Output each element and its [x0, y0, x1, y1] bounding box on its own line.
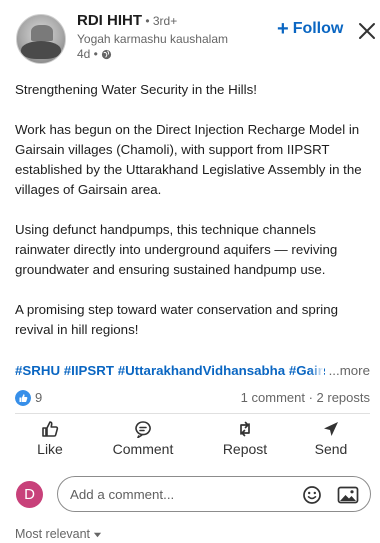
see-more-link[interactable]: ...more [324, 363, 370, 378]
repost-icon [240, 421, 250, 437]
comment-icon [135, 421, 151, 438]
post-paragraph: A promising step toward water conservati… [15, 302, 338, 337]
caret-down-icon [93, 532, 102, 537]
post-paragraph: Using defunct handpumps, this technique … [15, 222, 338, 277]
like-reaction-icon[interactable] [15, 390, 31, 406]
connection-degree: • 3rd+ [142, 14, 178, 28]
comment-repost-counts[interactable]: 1 comment · 2 reposts [241, 390, 370, 405]
post-time: 4d • [77, 47, 98, 61]
post-header: RDI HIHT • 3rd+ Yogah karmashu kaushalam… [0, 0, 380, 76]
comment-composer: D Add a comment... [0, 474, 380, 514]
comment-input[interactable]: Add a comment... [57, 476, 371, 512]
plus-icon: + [277, 18, 289, 40]
divider [15, 413, 370, 414]
avatar-hill-shape [31, 25, 53, 41]
comment-placeholder: Add a comment... [70, 487, 175, 502]
sort-dropdown[interactable]: Most relevant [15, 527, 102, 541]
fade-overlay [310, 363, 324, 378]
post-paragraph: Work has begun on the Direct Injection R… [15, 122, 362, 197]
follow-button[interactable]: + Follow [277, 18, 344, 40]
user-avatar[interactable]: D [16, 481, 43, 508]
action-bar: Like Comment Repost Send [0, 420, 380, 464]
post-body: Strengthening Water Security in the Hill… [15, 80, 370, 360]
author-headline: Yogah karmashu kaushalam [77, 32, 228, 46]
image-icon[interactable] [337, 485, 359, 505]
like-label: Like [37, 441, 63, 457]
send-button[interactable]: Send [291, 420, 371, 457]
social-counts: 9 1 comment · 2 reposts [15, 389, 370, 409]
send-label: Send [314, 441, 348, 457]
author-name[interactable]: RDI HIHT [77, 12, 142, 29]
hashtags[interactable]: #SRHU #IIPSRT #UttarakhandVidhansabha #G… [15, 363, 350, 378]
post-paragraph: Strengthening Water Security in the Hill… [15, 82, 257, 97]
avatar-ground-shape [21, 41, 61, 59]
like-button[interactable]: Like [10, 420, 90, 457]
emoji-icon[interactable] [302, 485, 322, 505]
sort-label: Most relevant [15, 527, 91, 541]
repost-label: Repost [222, 441, 268, 457]
repost-button[interactable]: Repost [205, 420, 285, 457]
author-avatar[interactable] [16, 14, 66, 64]
comment-label: Comment [112, 441, 174, 457]
hashtag-line: #SRHU #IIPSRT #UttarakhandVidhansabha #G… [15, 363, 370, 378]
author-info: RDI HIHT • 3rd+ Yogah karmashu kaushalam… [77, 12, 228, 61]
reaction-count[interactable]: 9 [35, 390, 42, 405]
globe-icon [101, 49, 111, 59]
comment-button[interactable]: Comment [103, 420, 183, 457]
follow-label: Follow [292, 20, 344, 37]
send-icon [324, 422, 338, 436]
post-meta: 4d • [77, 47, 228, 61]
thumbs-up-icon [42, 421, 59, 437]
close-icon[interactable] [358, 22, 376, 40]
